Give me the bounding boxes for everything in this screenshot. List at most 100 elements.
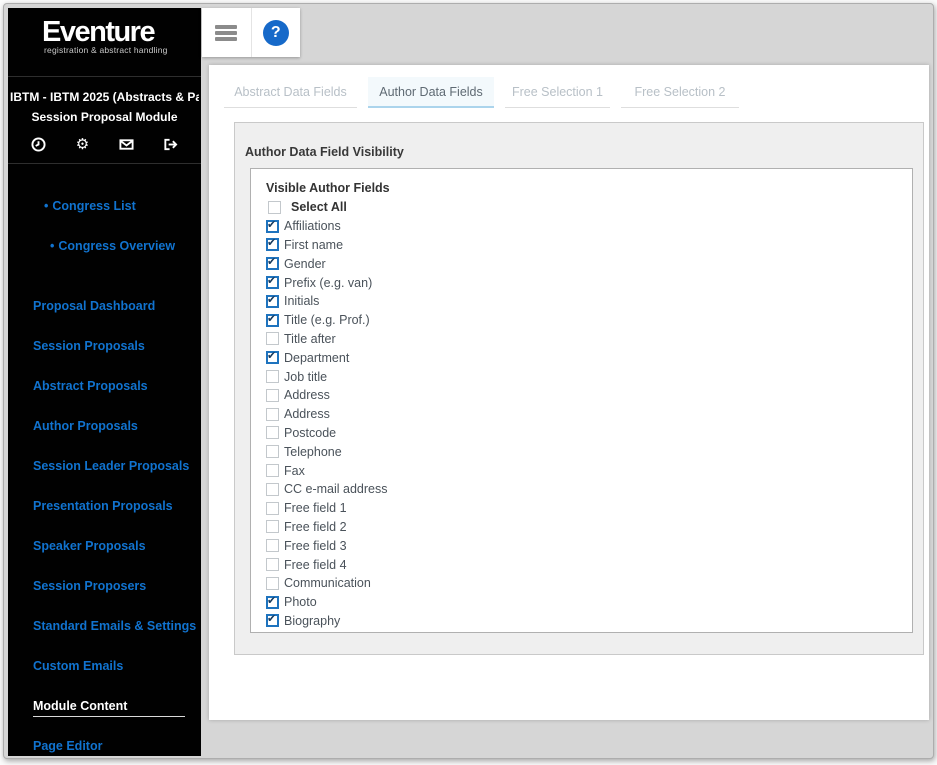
field-checkbox[interactable] — [266, 501, 279, 515]
logo-subtitle: registration & abstract handling — [44, 45, 168, 55]
tab[interactable]: Free Selection 1 — [505, 77, 610, 108]
bullet-icon: • — [50, 239, 55, 253]
field-checkbox[interactable] — [266, 613, 279, 628]
field-checkbox[interactable] — [266, 275, 279, 290]
field-label: Free field 1 — [284, 501, 347, 516]
active-item-underline — [33, 716, 185, 717]
field-row[interactable]: Free field 2 — [266, 518, 912, 537]
field-checkbox[interactable] — [266, 370, 279, 384]
field-row[interactable]: Biography — [266, 612, 912, 631]
help-button[interactable]: ? — [252, 8, 301, 57]
field-checkbox[interactable] — [266, 539, 279, 553]
field-label: Prefix (e.g. van) — [284, 275, 373, 290]
sidebar-nav-item[interactable]: Session Proposals — [33, 339, 145, 354]
field-label: Fax — [284, 463, 305, 478]
field-row[interactable]: Initials — [266, 292, 912, 311]
sidebar-nav-item[interactable]: • Congress List — [44, 199, 136, 214]
field-row[interactable]: Free field 3 — [266, 536, 912, 555]
field-row[interactable]: Title (e.g. Prof.) — [266, 311, 912, 330]
field-row[interactable]: Title after — [266, 330, 912, 349]
field-checkbox[interactable] — [266, 407, 279, 421]
sidebar-nav-item[interactable]: Standard Emails & Settings — [33, 619, 196, 634]
bullet-icon: • — [44, 199, 49, 213]
select-all-label: Select All — [291, 200, 347, 215]
field-label: Initials — [284, 294, 320, 309]
field-checkbox[interactable] — [266, 558, 279, 572]
field-row[interactable]: Postcode — [266, 424, 912, 443]
panel-title: Author Data Field Visibility — [245, 145, 404, 159]
field-checkbox[interactable] — [266, 482, 279, 496]
sidebar-nav-item[interactable]: Proposal Dashboard — [33, 299, 155, 314]
tab[interactable]: Free Selection 2 — [621, 77, 739, 108]
field-row[interactable]: Affiliations — [266, 217, 912, 236]
field-checkbox[interactable] — [266, 520, 279, 534]
settings-gear-icon[interactable]: ⚙ — [74, 136, 91, 153]
field-checkbox[interactable] — [266, 313, 279, 327]
sidebar-nav-item[interactable]: Session Proposers — [33, 579, 146, 594]
sidebar-nav-item[interactable]: • Congress Overview — [50, 239, 175, 254]
menu-button[interactable] — [202, 8, 252, 57]
field-label: CC e-mail address — [284, 482, 388, 497]
select-all-row[interactable]: Select All — [266, 198, 912, 217]
field-checkbox[interactable] — [266, 332, 279, 346]
logo-title: Eventure — [42, 16, 156, 48]
field-row[interactable]: Telephone — [266, 442, 912, 461]
field-row[interactable]: First name — [266, 236, 912, 255]
field-row[interactable]: Communication — [266, 574, 912, 593]
mail-icon[interactable] — [118, 136, 135, 153]
field-row[interactable]: Free field 4 — [266, 555, 912, 574]
logout-icon[interactable] — [162, 136, 179, 153]
field-row[interactable]: Free field 1 — [266, 499, 912, 518]
field-row[interactable]: Address — [266, 386, 912, 405]
sidebar: Eventure registration & abstract handlin… — [8, 8, 201, 756]
field-checkbox[interactable] — [266, 426, 279, 440]
sidebar-nav-item[interactable]: Speaker Proposals — [33, 539, 146, 554]
field-row[interactable]: Fax — [266, 461, 912, 480]
field-checkbox[interactable] — [266, 237, 279, 252]
sidebar-nav-item[interactable]: Abstract Proposals — [33, 379, 148, 394]
tab[interactable]: Author Data Fields — [368, 77, 494, 108]
field-checkbox[interactable] — [266, 256, 279, 271]
field-row[interactable]: Prefix (e.g. van) — [266, 273, 912, 292]
app-window: Eventure registration & abstract handlin… — [3, 3, 934, 759]
menu-icon[interactable] — [215, 24, 238, 41]
sidebar-divider — [8, 76, 201, 77]
field-checkbox[interactable] — [266, 219, 279, 233]
tab[interactable]: Abstract Data Fields — [224, 77, 357, 108]
select-all-checkbox[interactable] — [268, 200, 281, 214]
field-label: First name — [284, 237, 344, 252]
tab-bar: Abstract Data Fields Author Data Fields Fr… — [209, 65, 929, 108]
history-icon[interactable] — [30, 136, 47, 153]
field-label: Photo — [284, 595, 317, 610]
field-checkbox[interactable] — [266, 576, 279, 590]
main-content: Abstract Data Fields Author Data Fields Fr… — [209, 65, 929, 720]
field-row[interactable]: Job title — [266, 367, 912, 386]
field-row[interactable]: Address — [266, 405, 912, 424]
field-label: Address — [284, 388, 330, 403]
field-checkbox[interactable] — [266, 350, 279, 365]
sidebar-nav-item[interactable]: Session Leader Proposals — [33, 459, 189, 474]
field-checkbox[interactable] — [266, 464, 279, 478]
sidebar-nav-item[interactable]: Custom Emails — [33, 659, 123, 674]
sidebar-nav-item[interactable]: Author Proposals — [33, 419, 138, 434]
field-label: Biography — [284, 613, 341, 628]
field-label: Title after — [284, 331, 336, 346]
sidebar-nav-item[interactable]: Presentation Proposals — [33, 499, 173, 514]
field-row[interactable]: CC e-mail address — [266, 480, 912, 499]
sidebar-nav-item[interactable]: Module Content — [33, 699, 127, 714]
top-toolbar: ? — [202, 8, 300, 57]
field-label: Job title — [284, 369, 328, 384]
field-checkbox[interactable] — [266, 294, 279, 308]
field-checkbox[interactable] — [266, 388, 279, 402]
field-row[interactable]: Photo — [266, 593, 912, 612]
field-checkbox[interactable] — [266, 595, 279, 609]
sidebar-nav-item[interactable]: Page Editor — [33, 739, 102, 754]
field-checkbox[interactable] — [266, 445, 279, 459]
field-row[interactable]: Department — [266, 348, 912, 367]
congress-name: IBTM - IBTM 2025 (Abstracts & Par... — [10, 90, 199, 104]
field-label: Gender — [284, 256, 326, 271]
sidebar-divider — [8, 163, 201, 164]
help-icon[interactable]: ? — [262, 19, 289, 46]
field-row[interactable]: Gender — [266, 254, 912, 273]
field-label: Free field 4 — [284, 557, 347, 572]
